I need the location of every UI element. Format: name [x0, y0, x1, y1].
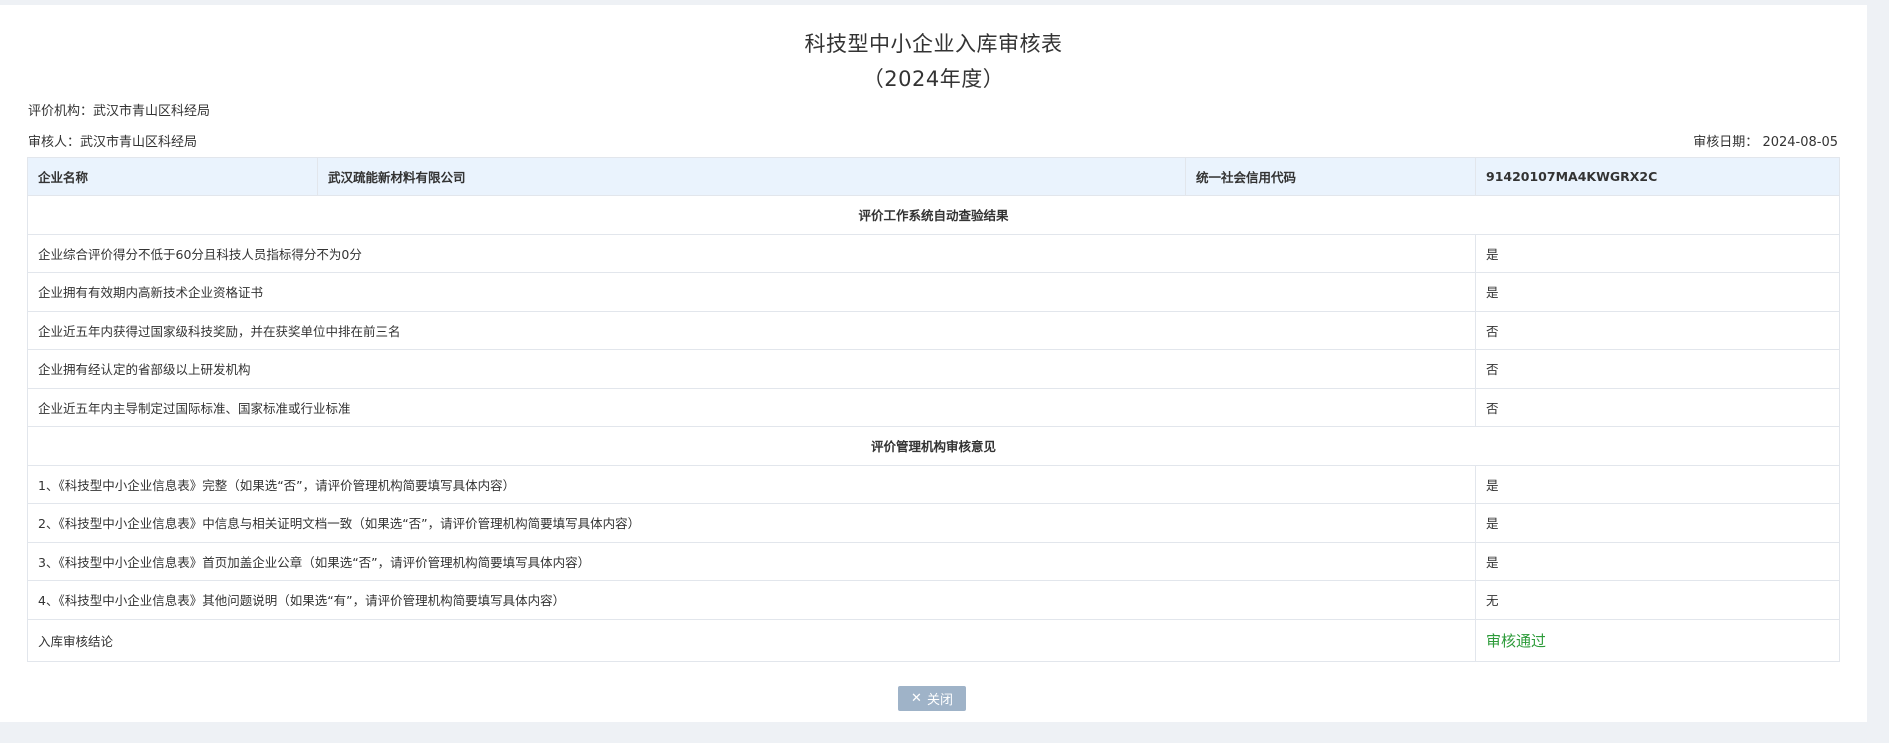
review-panel: 科技型中小企业入库审核表 （2024年度） 评价机构：武汉市青山区科经局 审核人… — [0, 5, 1867, 722]
table-row: 2、《科技型中小企业信息表》中信息与相关证明文档一致（如果选“否”，请评价管理机… — [27, 503, 1840, 543]
evaluation-org: 评价机构：武汉市青山区科经局 — [28, 100, 210, 119]
row-label: 2、《科技型中小企业信息表》中信息与相关证明文档一致（如果选“否”，请评价管理机… — [27, 503, 1476, 543]
evaluation-org-label: 评价机构： — [28, 104, 94, 119]
company-header-row: 企业名称 武汉疏能新材料有限公司 统一社会信用代码 91420107MA4KWG… — [27, 157, 1840, 196]
row-label: 4、《科技型中小企业信息表》其他问题说明（如果选“有”，请评价管理机构简要填写具… — [27, 580, 1476, 620]
section-auto-check: 评价工作系统自动查验结果 — [27, 195, 1840, 235]
credit-code-value: 91420107MA4KWGRX2C — [1475, 157, 1840, 196]
review-date-label: 审核日期： — [1693, 135, 1759, 150]
row-label: 3、《科技型中小企业信息表》首页加盖企业公章（如果选“否”，请评价管理机构简要填… — [27, 541, 1476, 581]
section-manage-opinion-title: 评价管理机构审核意见 — [27, 426, 1840, 466]
row-value: 否 — [1475, 387, 1840, 427]
table-row: 企业近五年内获得过国家级科技奖励，并在获奖单位中排在前三名 否 — [27, 310, 1840, 350]
row-label: 企业拥有经认定的省部级以上研发机构 — [27, 349, 1476, 389]
company-name-label: 企业名称 — [27, 157, 318, 196]
table-row: 3、《科技型中小企业信息表》首页加盖企业公章（如果选“否”，请评价管理机构简要填… — [27, 541, 1840, 581]
section-manage-opinion: 评价管理机构审核意见 — [27, 426, 1840, 466]
row-value: 是 — [1475, 233, 1840, 273]
close-button-label: 关闭 — [926, 693, 953, 708]
reviewer: 审核人：武汉市青山区科经局 — [28, 131, 197, 150]
table-row: 1、《科技型中小企业信息表》完整（如果选“否”，请评价管理机构简要填写具体内容）… — [27, 464, 1840, 504]
review-date: 审核日期： 2024-08-05 — [1693, 131, 1838, 150]
pass-status: 审核通过 — [1486, 631, 1547, 650]
reviewer-label: 审核人： — [28, 135, 81, 150]
table-row: 4、《科技型中小企业信息表》其他问题说明（如果选“有”，请评价管理机构简要填写具… — [27, 580, 1840, 620]
row-label: 企业综合评价得分不低于60分且科技人员指标得分不为0分 — [27, 233, 1476, 273]
table-row: 企业拥有有效期内高新技术企业资格证书 是 — [27, 272, 1840, 312]
row-value: 是 — [1475, 541, 1840, 581]
row-label: 企业近五年内主导制定过国际标准、国家标准或行业标准 — [27, 387, 1476, 427]
table-row: 企业综合评价得分不低于60分且科技人员指标得分不为0分 是 — [27, 233, 1840, 273]
review-date-value: 2024-08-05 — [1762, 135, 1838, 150]
close-button[interactable]: ✕ 关闭 — [898, 686, 966, 711]
row-value: 是 — [1475, 272, 1840, 312]
page-title: 科技型中小企业入库审核表 — [804, 32, 1063, 56]
credit-code-label: 统一社会信用代码 — [1185, 157, 1476, 196]
review-table: 企业名称 武汉疏能新材料有限公司 统一社会信用代码 91420107MA4KWG… — [27, 157, 1840, 662]
row-value: 无 — [1475, 580, 1840, 620]
conclusion-label: 入库审核结论 — [27, 618, 1476, 662]
evaluation-org-value: 武汉市青山区科经局 — [93, 104, 211, 119]
table-row: 企业拥有经认定的省部级以上研发机构 否 — [27, 349, 1840, 389]
row-value: 是 — [1475, 464, 1840, 504]
reviewer-value: 武汉市青山区科经局 — [80, 135, 198, 150]
row-value: 是 — [1475, 503, 1840, 543]
close-icon: ✕ — [911, 691, 922, 706]
table-row: 企业近五年内主导制定过国际标准、国家标准或行业标准 否 — [27, 387, 1840, 427]
row-label: 1、《科技型中小企业信息表》完整（如果选“否”，请评价管理机构简要填写具体内容） — [27, 464, 1476, 504]
company-name-value: 武汉疏能新材料有限公司 — [317, 157, 1186, 196]
row-label: 企业拥有有效期内高新技术企业资格证书 — [27, 272, 1476, 312]
conclusion-value: 审核通过 — [1475, 618, 1840, 662]
page-subtitle: （2024年度） — [862, 67, 1005, 91]
row-label: 企业近五年内获得过国家级科技奖励，并在获奖单位中排在前三名 — [27, 310, 1476, 350]
row-value: 否 — [1475, 349, 1840, 389]
row-value: 否 — [1475, 310, 1840, 350]
section-auto-check-title: 评价工作系统自动查验结果 — [27, 195, 1840, 235]
conclusion-row: 入库审核结论 审核通过 — [27, 618, 1840, 662]
